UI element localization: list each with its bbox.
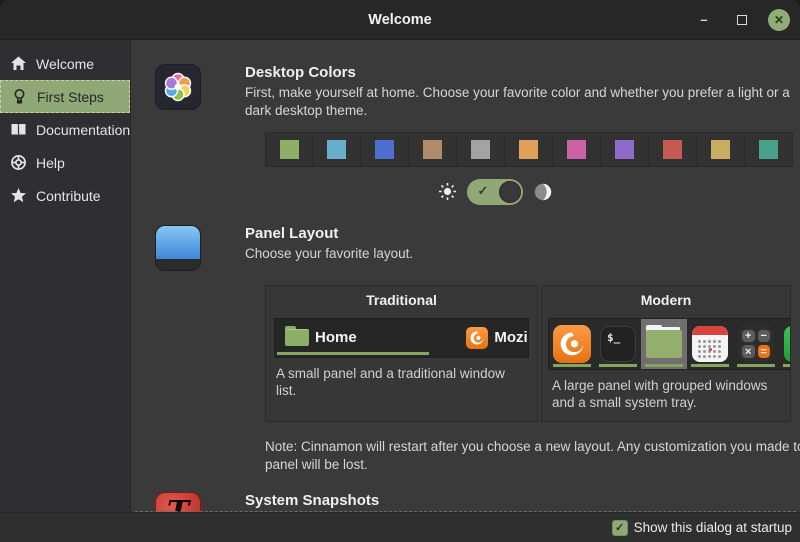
layout-card-traditional[interactable]: Traditional Home Mozill [265,285,538,422]
sidebar: Welcome First Steps Documentation [0,40,131,512]
terminal-icon: $_ [600,326,636,362]
active-window-underline [277,352,429,355]
sidebar-item-label: First Steps [37,89,104,105]
swatch-color [327,140,346,159]
timeshift-letter: T [167,495,189,512]
sidebar-item-contribute[interactable]: Contribute [0,179,130,212]
spreadsheet-icon [784,326,790,362]
panel-cell-spreadsheet [779,319,790,369]
lightbulb-icon [11,88,28,105]
book-icon [10,121,27,138]
color-swatch-aqua[interactable] [313,132,361,167]
theme-toggle-switch[interactable]: ✓ [467,179,523,205]
color-swatch-grey[interactable] [457,132,505,167]
sidebar-item-label: Welcome [36,56,94,72]
section-system-snapshots: T System Snapshots Next, let's set autom… [155,492,800,512]
folder-icon [285,329,309,346]
startup-checkbox-label[interactable]: Show this dialog at startup [634,520,792,535]
traditional-card-title: Traditional [266,286,537,312]
sun-icon [438,182,457,201]
sidebar-item-documentation[interactable]: Documentation [0,113,130,146]
swatch-color [471,140,490,159]
section-panel-layout: Panel Layout Choose your favorite layout… [155,225,800,271]
titlebar: Welcome – ✕ [0,0,800,40]
swatch-color [663,140,682,159]
system-snapshots-title: System Snapshots [245,492,800,509]
calendar-icon [692,326,728,362]
timeshift-icon: T [155,492,201,512]
sidebar-item-label: Help [36,155,65,171]
calculator-icon: + − × = [738,326,774,362]
panel-cell-calculator: + − × = [733,319,779,369]
traditional-panel-preview: Home Mozill [274,318,529,358]
close-button[interactable]: ✕ [768,9,790,31]
color-swatch-red[interactable] [649,132,697,167]
panel-layout-title: Panel Layout [245,225,800,242]
modern-card-caption: A large panel with grouped windows and a… [542,370,790,421]
startup-checkbox[interactable]: ✓ [612,520,628,536]
layout-card-modern[interactable]: Modern $_ [541,285,791,422]
maximize-icon [737,15,747,25]
sidebar-item-label: Documentation [36,122,130,138]
moon-icon [533,182,553,202]
maximize-button[interactable] [730,8,754,32]
panel-layout-note: Note: Cinnamon will restart after you ch… [265,438,800,474]
theme-toggle-row: ✓ [215,179,775,205]
swatch-color [567,140,586,159]
minimize-button[interactable]: – [692,8,716,32]
firefox-icon [466,327,488,349]
welcome-window: Welcome – ✕ Welcome First Steps [0,0,800,542]
layout-cards: Traditional Home Mozill [265,285,800,422]
panel-layout-description: Choose your favorite layout. [245,245,800,263]
star-icon [10,187,27,204]
firefox-icon [553,325,591,363]
swatch-color [375,140,394,159]
tray-text: Mozill [494,329,529,346]
scroll-undershoot-indicator [135,511,796,512]
window-controls: – ✕ [692,0,790,39]
panel-cell-firefox [549,319,595,369]
swatch-color [615,140,634,159]
modern-panel-preview: $_ + [548,318,790,370]
sidebar-item-label: Contribute [36,188,101,204]
swatch-color [280,140,299,159]
folder-icon [646,330,682,358]
help-icon [10,154,27,171]
color-swatch-blue[interactable] [361,132,409,167]
color-swatch-green[interactable] [265,132,313,167]
modern-card-title: Modern [542,286,790,312]
section-desktop-colors: Desktop Colors First, make yourself at h… [155,64,800,120]
desktop-colors-title: Desktop Colors [245,64,800,81]
color-swatch-row [265,132,800,167]
color-swatch-sand[interactable] [697,132,745,167]
toggle-knob [499,181,521,203]
swatch-color [711,140,730,159]
traditional-card-caption: A small panel and a traditional window l… [266,358,537,409]
toggle-check-glyph: ✓ [478,183,489,199]
color-swatch-purple[interactable] [601,132,649,167]
window-title: Welcome [368,12,431,28]
color-swatch-pink[interactable] [553,132,601,167]
panel-cell-files [641,319,687,369]
swatch-color [423,140,442,159]
color-swatch-brown[interactable] [409,132,457,167]
window-list-button-label: Home [315,329,357,346]
panel-cell-terminal: $_ [595,319,641,369]
desktop-colors-icon [155,64,201,110]
content-area: Desktop Colors First, make yourself at h… [131,40,800,512]
swatch-color [759,140,778,159]
swatch-color [519,140,538,159]
color-swatch-orange[interactable] [505,132,553,167]
panel-layout-icon [155,225,201,271]
sidebar-item-first-steps[interactable]: First Steps [0,80,130,113]
color-swatch-teal[interactable] [745,132,793,167]
desktop-colors-description: First, make yourself at home. Choose you… [245,84,800,120]
home-icon [10,55,27,72]
sidebar-item-welcome[interactable]: Welcome [0,47,130,80]
sidebar-item-help[interactable]: Help [0,146,130,179]
panel-cell-calendar [687,319,733,369]
footer-bar: ✓ Show this dialog at startup [0,512,800,542]
